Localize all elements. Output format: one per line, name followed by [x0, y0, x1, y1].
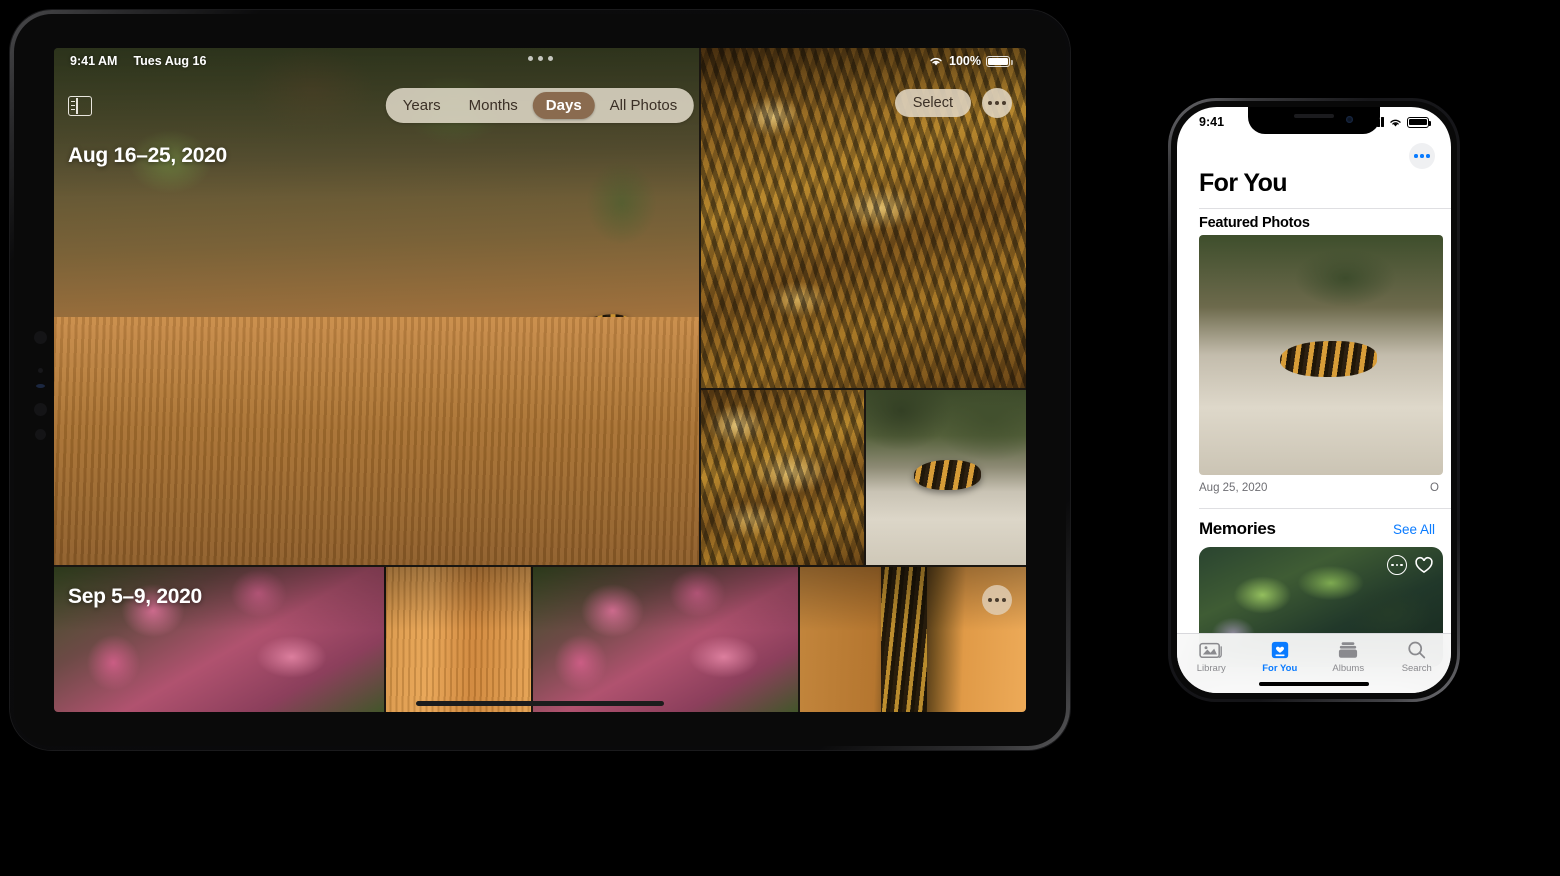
photo-tile-bee-on-stone[interactable] — [866, 390, 1026, 565]
iphone-device: 9:41 For You Featured Photos Aug 25, 202… — [1168, 98, 1460, 702]
more-options-button[interactable] — [1409, 143, 1435, 169]
photo-image-bee-on-stone — [1199, 235, 1443, 475]
wifi-icon — [1390, 119, 1401, 127]
tab-days[interactable]: Days — [532, 92, 595, 119]
search-icon — [1408, 641, 1426, 659]
section-more-button[interactable] — [982, 585, 1012, 615]
albums-icon — [1339, 642, 1358, 658]
sidebar-toggle-icon[interactable] — [68, 96, 92, 116]
photo-section-sep — [54, 567, 1026, 712]
tab-label: Search — [1401, 663, 1432, 674]
iphone-screen: 9:41 For You Featured Photos Aug 25, 202… — [1177, 107, 1451, 693]
heart-icon[interactable] — [1414, 555, 1434, 580]
ipad-bezel: 9:41 AM Tues Aug 16 100% Years Months Da… — [14, 14, 1066, 746]
tab-search[interactable]: Search — [1383, 640, 1452, 674]
tab-label: Albums — [1332, 663, 1365, 674]
featured-photo-caption-next: O — [1430, 482, 1439, 494]
photo-tile-honeycomb-small[interactable] — [701, 390, 865, 565]
iphone-bezel: 9:41 For You Featured Photos Aug 25, 202… — [1171, 101, 1457, 699]
ipad-side-dot — [34, 403, 47, 416]
photo-stack-icon — [1199, 642, 1223, 659]
featured-photo-card[interactable] — [1199, 235, 1443, 475]
photo-image-honeycomb-frame — [701, 390, 865, 565]
screenshot-stage: 9:41 AM Tues Aug 16 100% Years Months Da… — [0, 0, 1560, 876]
home-indicator[interactable] — [1259, 681, 1369, 686]
battery-icon — [1407, 116, 1431, 128]
see-all-link[interactable]: See All — [1393, 522, 1435, 537]
tab-all-photos[interactable]: All Photos — [597, 92, 691, 119]
tab-label: Library — [1196, 663, 1226, 674]
iphone-header-actions — [1409, 143, 1435, 169]
ipad-side-dot — [36, 384, 45, 388]
ipad-device: 9:41 AM Tues Aug 16 100% Years Months Da… — [10, 10, 1070, 750]
photo-top-scrim — [54, 567, 1026, 631]
for-you-card-icon — [1271, 641, 1288, 659]
timeline-scope-control: Years Months Days All Photos — [385, 88, 695, 123]
more-options-button[interactable] — [1387, 555, 1407, 575]
ipad-side-dot — [38, 368, 43, 373]
featured-photos-heading: Featured Photos — [1199, 215, 1310, 231]
select-button[interactable]: Select — [894, 89, 971, 117]
tab-library[interactable]: Library — [1177, 640, 1246, 674]
tab-months[interactable]: Months — [456, 92, 531, 119]
front-camera-icon — [1346, 116, 1353, 123]
notch — [1248, 107, 1380, 134]
divider — [1199, 508, 1451, 509]
status-time: 9:41 — [1199, 115, 1225, 129]
tab-label: For You — [1262, 663, 1298, 674]
memories-header: Memories See All — [1199, 519, 1435, 539]
featured-photos-carousel[interactable] — [1199, 235, 1451, 475]
memories-heading: Memories — [1199, 519, 1276, 538]
segmented-control: Years Months Days All Photos — [385, 88, 695, 123]
ipad-header-actions: Select — [894, 88, 1012, 118]
memory-card-actions — [1387, 555, 1434, 580]
ipad-screen: 9:41 AM Tues Aug 16 100% Years Months Da… — [54, 48, 1026, 712]
section-date-heading-aug: Aug 16–25, 2020 — [68, 144, 227, 167]
photo-row-bottom — [701, 390, 1026, 565]
tab-years[interactable]: Years — [390, 92, 454, 119]
ellipsis-indicator-icon — [527, 56, 553, 61]
divider — [1199, 208, 1451, 209]
ipad-top-indicator — [54, 56, 1026, 61]
ipad-side-dot — [34, 331, 47, 344]
more-options-button[interactable] — [982, 88, 1012, 118]
home-indicator[interactable] — [416, 701, 664, 706]
page-title: For You — [1199, 169, 1288, 197]
earpiece-speaker-icon — [1294, 114, 1334, 118]
tab-albums[interactable]: Albums — [1314, 640, 1383, 674]
photo-image-bee-on-stone — [866, 390, 1026, 565]
tab-for-you[interactable]: For You — [1246, 640, 1315, 674]
featured-photo-caption: Aug 25, 2020 — [1199, 482, 1268, 494]
ipad-status-bar: 9:41 AM Tues Aug 16 100% — [54, 48, 1026, 74]
ipad-side-dot — [35, 429, 46, 440]
